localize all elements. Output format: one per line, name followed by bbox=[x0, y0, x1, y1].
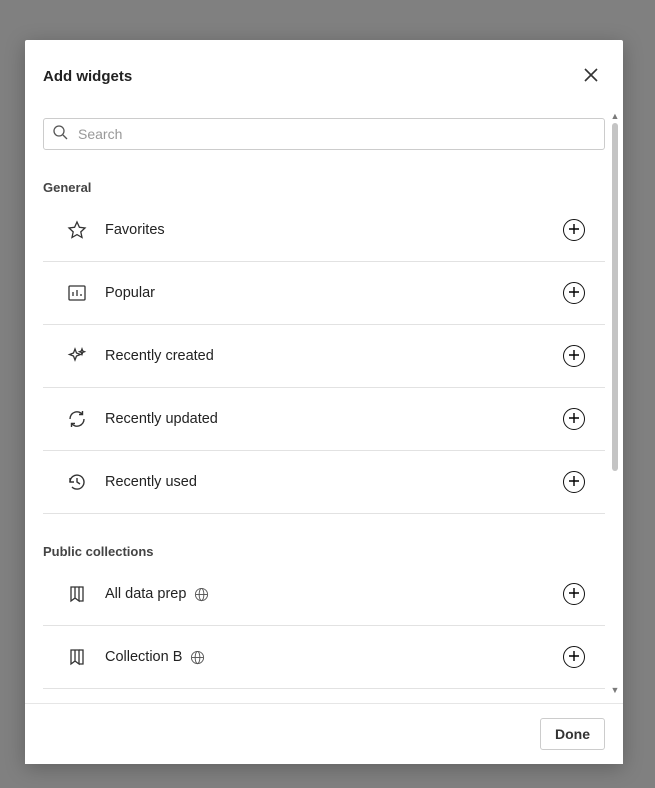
scrollbar[interactable]: ▲ ▼ bbox=[609, 112, 621, 695]
plus-icon bbox=[568, 587, 580, 602]
refresh-icon bbox=[67, 409, 87, 429]
scroll-area: General Favorites Popular Recently created R… bbox=[25, 104, 623, 703]
star-icon bbox=[67, 220, 87, 240]
close-button[interactable] bbox=[577, 62, 605, 90]
plus-icon bbox=[568, 349, 580, 364]
search-input[interactable] bbox=[76, 125, 596, 143]
plus-icon bbox=[568, 650, 580, 665]
list-item: Recently used bbox=[43, 451, 605, 514]
widget-list: All data prep Collection B bbox=[43, 563, 605, 689]
add-button[interactable] bbox=[563, 345, 585, 367]
list-item-label: Recently used bbox=[105, 474, 545, 490]
sparkle-icon bbox=[67, 346, 87, 366]
plus-icon bbox=[568, 412, 580, 427]
modal-body: General Favorites Popular Recently created R… bbox=[25, 104, 623, 703]
modal-footer: Done bbox=[25, 703, 623, 764]
list-item: Favorites bbox=[43, 199, 605, 262]
add-button[interactable] bbox=[563, 408, 585, 430]
list-item: Popular bbox=[43, 262, 605, 325]
list-item-label: Recently updated bbox=[105, 411, 545, 427]
modal-header: Add widgets bbox=[25, 40, 623, 104]
scrollbar-track[interactable] bbox=[612, 123, 618, 684]
list-item: Recently created bbox=[43, 325, 605, 388]
add-button[interactable] bbox=[563, 219, 585, 241]
plus-icon bbox=[568, 223, 580, 238]
close-icon bbox=[584, 68, 598, 85]
add-button[interactable] bbox=[563, 282, 585, 304]
widget-list: Favorites Popular Recently created Recently… bbox=[43, 199, 605, 514]
modal-title: Add widgets bbox=[43, 68, 132, 85]
search-field[interactable] bbox=[43, 118, 605, 150]
list-item-label: Favorites bbox=[105, 222, 545, 238]
collection-icon bbox=[67, 584, 87, 604]
list-item-label: Collection B bbox=[105, 649, 545, 665]
history-icon bbox=[67, 472, 87, 492]
group-label: General bbox=[43, 180, 605, 195]
add-button[interactable] bbox=[563, 646, 585, 668]
plus-icon bbox=[568, 286, 580, 301]
globe-icon bbox=[194, 587, 209, 602]
scroll-up-icon[interactable]: ▲ bbox=[611, 112, 620, 121]
plus-icon bbox=[568, 475, 580, 490]
list-item: Collection B bbox=[43, 626, 605, 689]
add-button[interactable] bbox=[563, 583, 585, 605]
list-item-label: Popular bbox=[105, 285, 545, 301]
scroll-down-icon[interactable]: ▼ bbox=[611, 686, 620, 695]
search-icon bbox=[52, 124, 68, 145]
list-item: Recently updated bbox=[43, 388, 605, 451]
group-label: Public collections bbox=[43, 544, 605, 559]
collection-icon bbox=[67, 647, 87, 667]
list-item: All data prep bbox=[43, 563, 605, 626]
add-button[interactable] bbox=[563, 471, 585, 493]
list-item-label: Recently created bbox=[105, 348, 545, 364]
add-widgets-modal: Add widgets General Favorites Popular Recen… bbox=[25, 40, 623, 764]
done-button[interactable]: Done bbox=[540, 718, 605, 750]
globe-icon bbox=[190, 650, 205, 665]
list-item-label: All data prep bbox=[105, 586, 545, 602]
popular-icon bbox=[67, 283, 87, 303]
scrollbar-thumb[interactable] bbox=[612, 123, 618, 471]
